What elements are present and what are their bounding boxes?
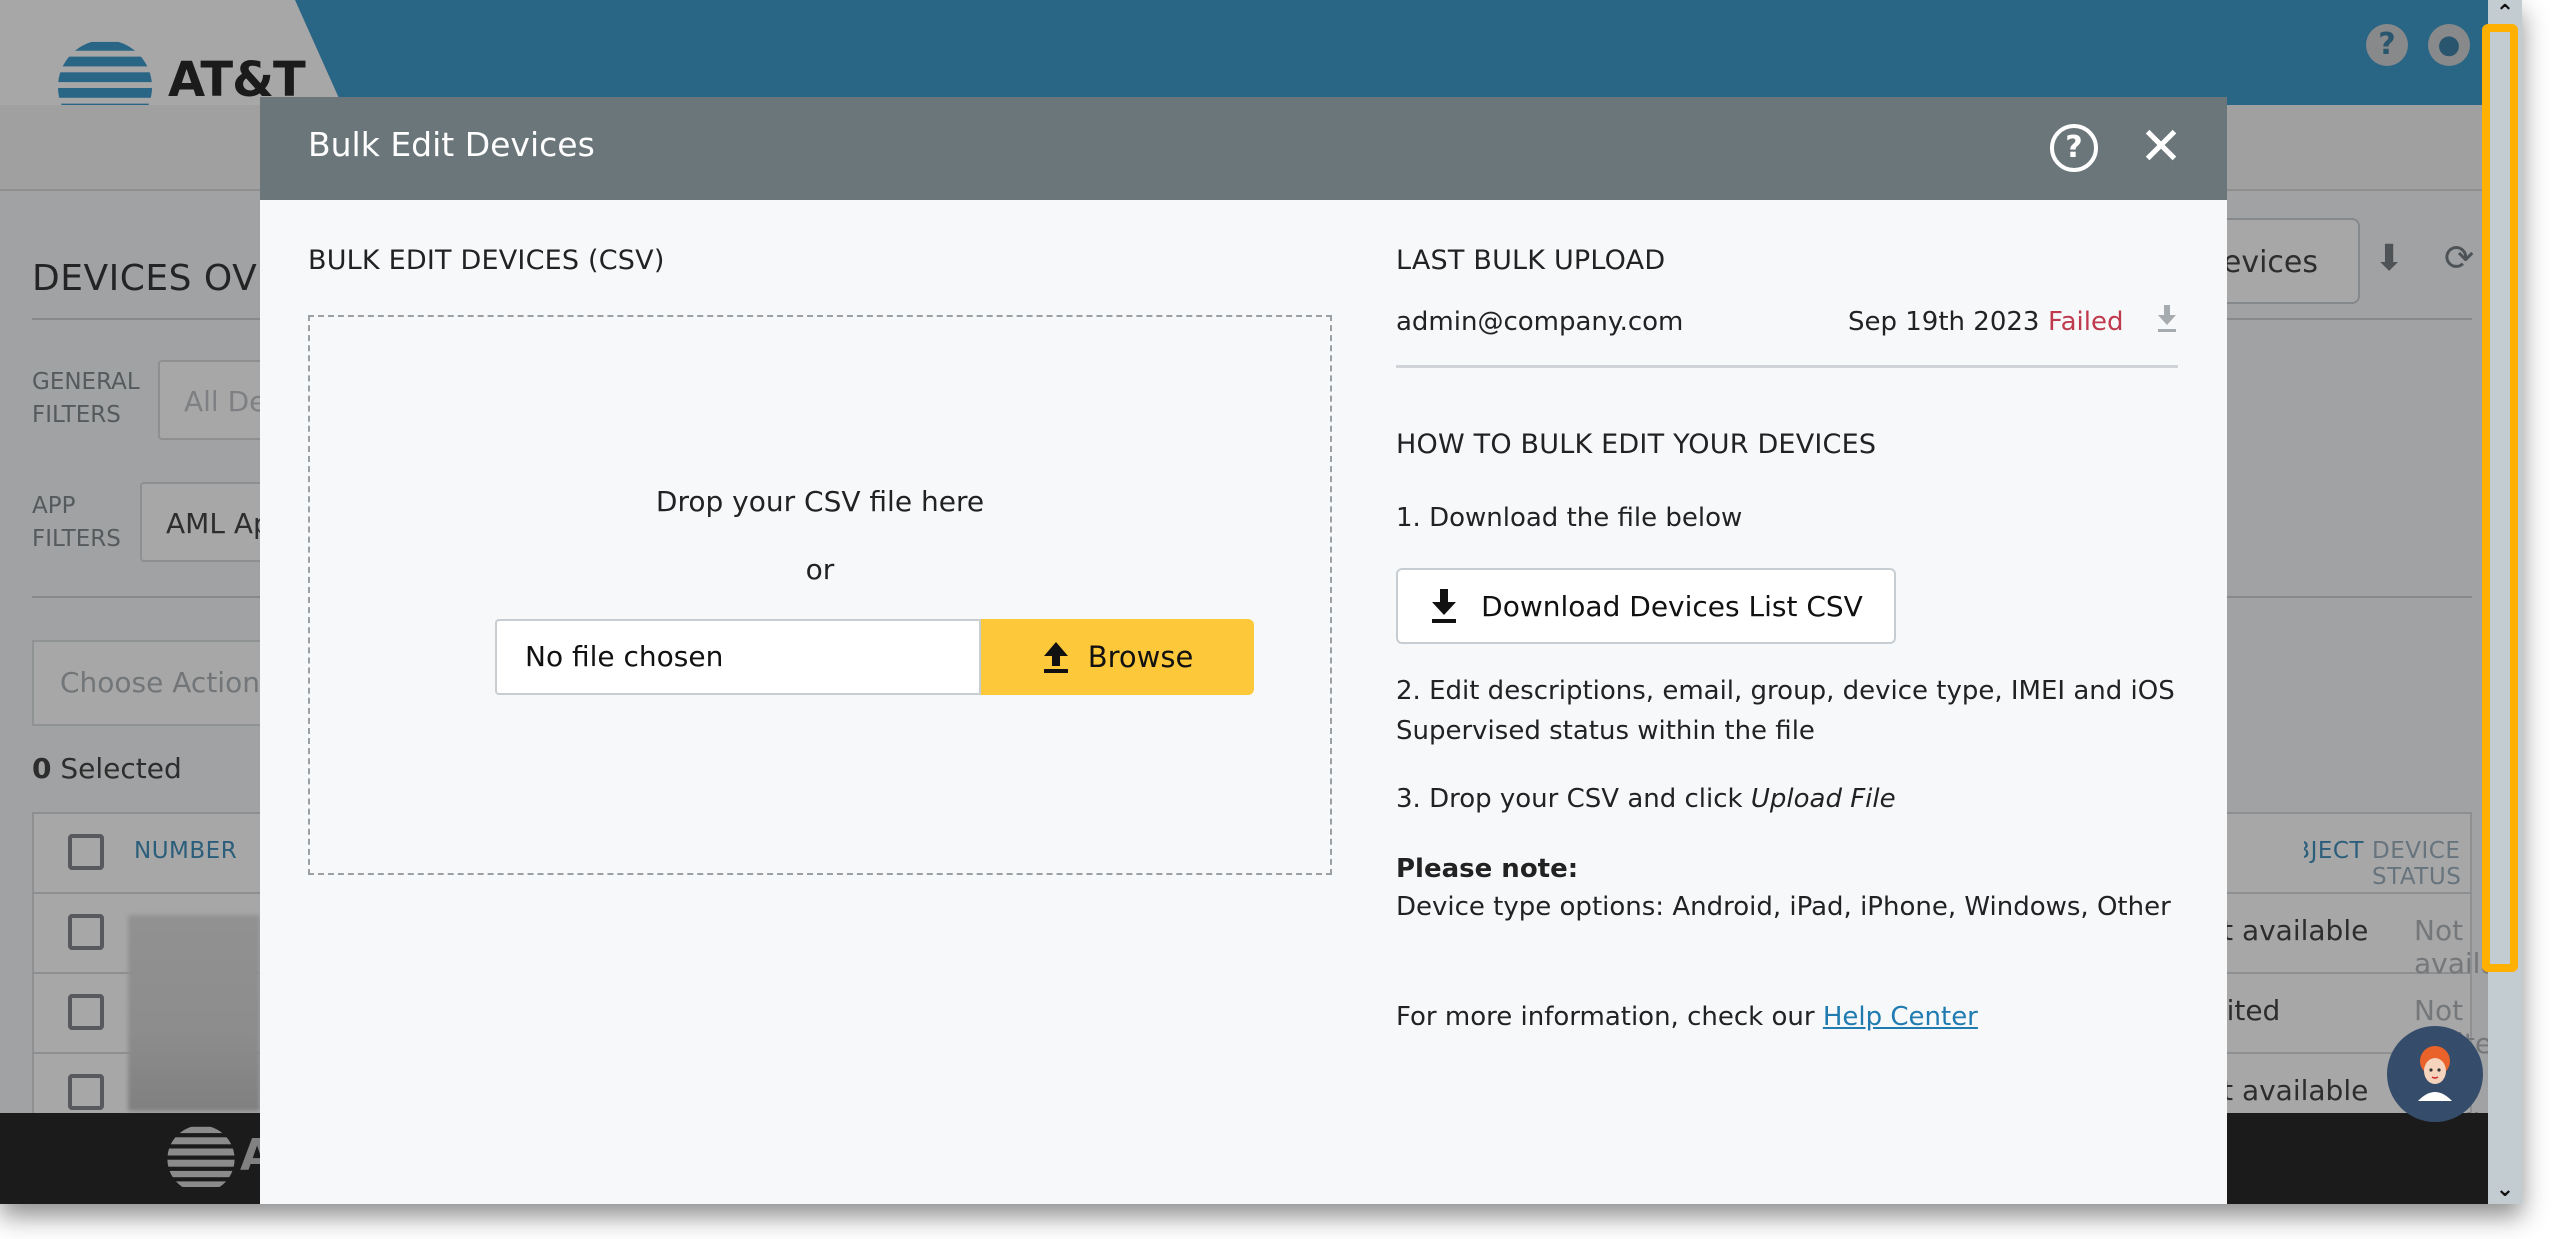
browser-window: ? ● AT&T Add Devices ⬇ ⟳ DEVICES OVERVIE…: [0, 0, 2522, 1204]
browse-button[interactable]: Browse: [981, 619, 1254, 695]
download-icon: [1432, 589, 1457, 623]
last-upload-heading: LAST BULK UPLOAD: [1396, 245, 1666, 276]
help-center-link[interactable]: Help Center: [1823, 1002, 1978, 1032]
vertical-scrollbar[interactable]: ⌃ ⌄: [2482, 0, 2522, 1204]
file-name-field[interactable]: No file chosen: [495, 619, 981, 695]
download-devices-csv-button[interactable]: Download Devices List CSV: [1396, 568, 1896, 644]
modal-header: Bulk Edit Devices ? ✕: [260, 97, 2227, 200]
bulk-edit-modal: Bulk Edit Devices ? ✕ BULK EDIT DEVICES …: [260, 97, 2227, 1204]
or-separator: or: [805, 553, 835, 586]
upload-icon: [1043, 642, 1068, 673]
modal-title: Bulk Edit Devices: [308, 125, 595, 164]
upload-user: admin@company.com: [1396, 307, 1684, 337]
note-heading: Please note:: [1396, 854, 1579, 884]
scrollbar-thumb[interactable]: [2482, 24, 2518, 972]
more-info-text: For more information, check our Help Cen…: [1396, 1002, 1978, 1032]
scroll-down-arrow-icon[interactable]: ⌄: [2488, 1176, 2522, 1204]
step-1: 1. Download the file below: [1396, 503, 1743, 533]
download-button-label: Download Devices List CSV: [1481, 589, 1863, 623]
step-2: 2. Edit descriptions, email, group, devi…: [1396, 676, 2175, 746]
csv-dropzone[interactable]: Drop your CSV file here or No file chose…: [308, 315, 1332, 875]
csv-section-heading: BULK EDIT DEVICES (CSV): [308, 245, 665, 276]
drop-instruction: Drop your CSV file here: [655, 485, 985, 518]
how-to-heading: HOW TO BULK EDIT YOUR DEVICES: [1396, 429, 1877, 460]
close-icon[interactable]: ✕: [2136, 119, 2186, 175]
step-3: 3. Drop your CSV and click Upload File: [1396, 784, 1896, 814]
chat-assistant-button[interactable]: [2387, 1026, 2483, 1122]
note-text: Device type options: Android, iPad, iPho…: [1396, 892, 2171, 922]
upload-date: Sep 19th 2023: [1848, 307, 2040, 337]
download-report-icon[interactable]: [2156, 303, 2178, 333]
last-upload-row: admin@company.com Sep 19th 2023 Failed: [1396, 297, 2178, 368]
help-circle-icon[interactable]: ?: [2050, 124, 2098, 172]
upload-status-badge: Failed: [2048, 307, 2124, 337]
assistant-avatar-icon: [2418, 1046, 2452, 1101]
browse-label: Browse: [1087, 640, 1194, 674]
